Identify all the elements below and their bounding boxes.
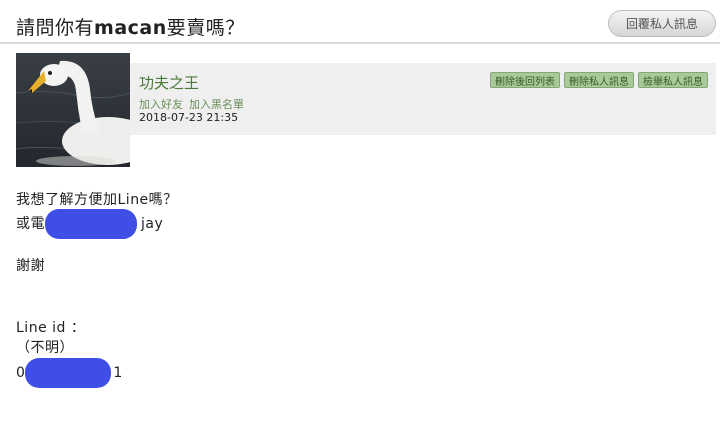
message-title: 請問你有macan要賣嗎？ — [16, 13, 245, 40]
message-line-6-prefix: 0 — [16, 365, 26, 381]
redaction-mark — [25, 358, 112, 388]
title-text-start: 請問你有 — [16, 17, 95, 39]
sender-info-panel: 功夫之王 加入好友 加入黑名單 2018-07-23 21:35 刪除後回列表 刪… — [130, 63, 716, 135]
message-line-2: 或電 jay — [16, 209, 163, 239]
delete-and-return-button[interactable]: 刪除後回列表 — [490, 72, 560, 88]
title-text-bold: macan — [94, 17, 167, 39]
message-line-2-suffix: jay — [141, 216, 164, 232]
add-friend-link[interactable]: 加入好友 — [139, 98, 183, 111]
message-date: 2018-07-23 21:35 — [139, 111, 239, 124]
message-line-5: （不明） — [16, 340, 74, 356]
message-line-6-suffix: 1 — [113, 365, 123, 381]
sender-links: 加入好友 加入黑名單 — [139, 96, 250, 112]
message-line-3: 謝謝 — [16, 258, 45, 274]
sender-name-link[interactable]: 功夫之王 — [139, 72, 199, 93]
message-line-1: 我想了解方便加Line嗎？ — [16, 192, 178, 208]
report-message-button[interactable]: 檢舉私人訊息 — [638, 72, 708, 88]
message-line-6: 01 — [16, 358, 123, 388]
swan-avatar-image — [16, 53, 130, 167]
message-actions: 刪除後回列表 刪除私人訊息 檢舉私人訊息 — [490, 72, 708, 88]
message-page: 請問你有macan要賣嗎？ 回覆私人訊息 功夫之王 加入好友 加入黑名單 201… — [0, 0, 720, 435]
redaction-mark — [45, 209, 137, 239]
sender-card: 功夫之王 加入好友 加入黑名單 2018-07-23 21:35 刪除後回列表 刪… — [16, 53, 716, 167]
message-line-2-prefix: 或電 — [16, 216, 45, 232]
title-text-end: 要賣嗎？ — [166, 17, 245, 39]
add-blacklist-link[interactable]: 加入黑名單 — [189, 98, 244, 111]
reply-message-button[interactable]: 回覆私人訊息 — [608, 10, 716, 37]
delete-message-button[interactable]: 刪除私人訊息 — [564, 72, 634, 88]
message-header: 請問你有macan要賣嗎？ 回覆私人訊息 — [0, 0, 720, 44]
avatar[interactable] — [16, 53, 130, 167]
message-line-4: Line id ： — [16, 320, 86, 336]
